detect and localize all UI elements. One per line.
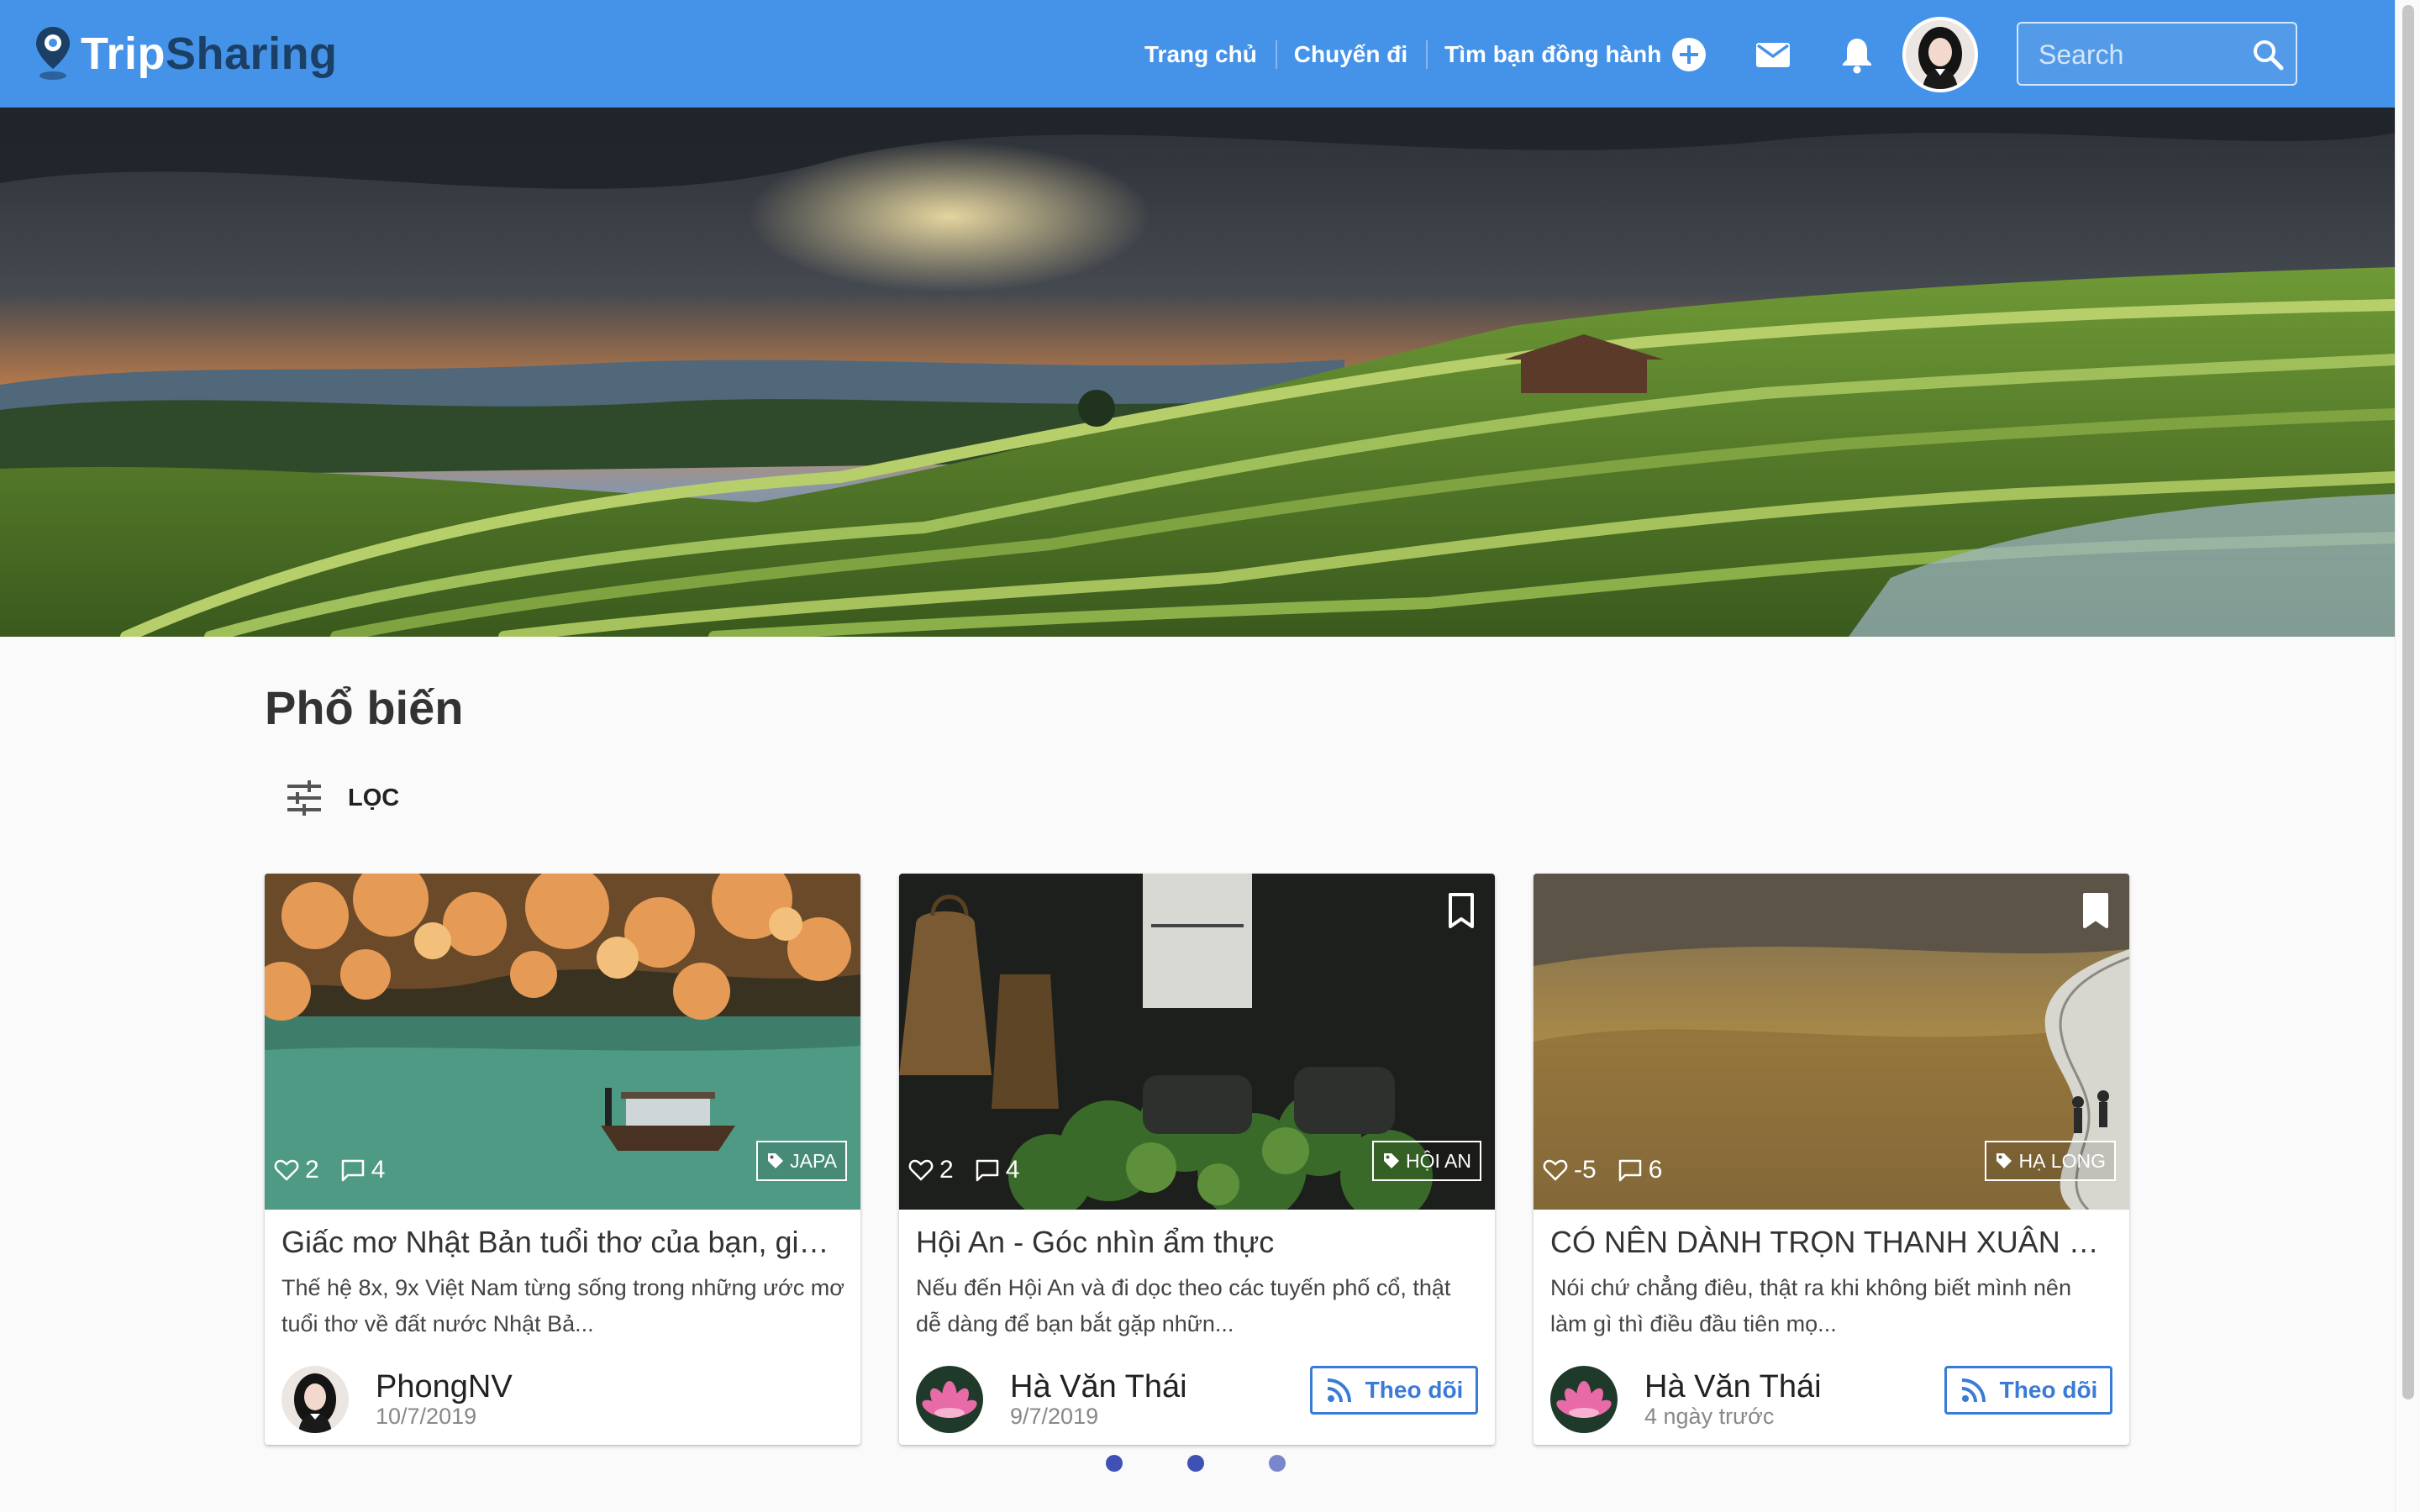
post-image[interactable]: 2 4 HỘI AN bbox=[899, 874, 1495, 1210]
follow-button[interactable]: Theo dõi bbox=[1944, 1366, 2112, 1415]
carousel-dot-3[interactable] bbox=[1269, 1455, 1286, 1472]
post-stats: -5 6 bbox=[1542, 1149, 1682, 1191]
filter-label: LỌC bbox=[348, 784, 400, 811]
rss-icon bbox=[1327, 1378, 1351, 1403]
comments[interactable]: 4 bbox=[339, 1156, 386, 1184]
location-tag[interactable]: JAPA bbox=[756, 1141, 847, 1181]
post-excerpt: Nói chứ chẳng điêu, thật ra khi không bi… bbox=[1550, 1275, 2071, 1336]
user-avatar[interactable] bbox=[1902, 17, 1978, 92]
likes[interactable]: -5 bbox=[1542, 1156, 1597, 1184]
comments-count: 4 bbox=[371, 1156, 386, 1184]
main-nav: Trang chủ Chuyến đi Tìm bạn đồng hành bbox=[1126, 32, 1680, 77]
tag-icon bbox=[768, 1153, 784, 1168]
heart-icon bbox=[908, 1159, 934, 1181]
author[interactable]: Hà Văn Thái 4 ngày trước bbox=[1550, 1366, 1822, 1433]
author-avatar-image bbox=[281, 1366, 349, 1433]
rice-terrace-image bbox=[0, 108, 2395, 637]
top-app-bar: TripSharing Trang chủ Chuyến đi Tìm bạn … bbox=[0, 0, 2395, 108]
carousel-dot-1[interactable] bbox=[1106, 1455, 1123, 1472]
post-date: 9/7/2019 bbox=[1010, 1404, 1099, 1429]
post-image[interactable]: 2 4 JAPA bbox=[265, 874, 860, 1210]
location-tag[interactable]: HỘI AN bbox=[1372, 1141, 1481, 1181]
post-card[interactable]: 2 4 JAPA Giấc mơ Nhật Bản tuổi thơ của b… bbox=[265, 874, 860, 1445]
lotus-avatar-image bbox=[916, 1366, 983, 1433]
author[interactable]: PhongNV 10/7/2019 bbox=[281, 1366, 513, 1433]
author-info: Hà Văn Thái 4 ngày trước bbox=[1644, 1370, 1822, 1429]
comment-icon bbox=[341, 1159, 364, 1182]
heart-icon bbox=[1543, 1159, 1568, 1181]
tag-label: HẠ LONG bbox=[2018, 1149, 2106, 1172]
user-avatar-image bbox=[1906, 20, 1975, 89]
rss-icon bbox=[1961, 1378, 1986, 1403]
logo-sharing: Sharing bbox=[166, 29, 338, 79]
heart-icon bbox=[274, 1159, 299, 1181]
author-name[interactable]: PhongNV bbox=[376, 1370, 513, 1404]
follow-button[interactable]: Theo dõi bbox=[1310, 1366, 1478, 1415]
comments[interactable]: 6 bbox=[1617, 1156, 1663, 1184]
post-title[interactable]: CÓ NÊN DÀNH TRỌN THANH XUÂN ĐỂ ... bbox=[1550, 1225, 2113, 1260]
likes-count: 2 bbox=[939, 1156, 954, 1184]
nav-trips[interactable]: Chuyến đi bbox=[1275, 32, 1426, 77]
post-card[interactable]: 2 4 HỘI AN Hội An - Góc nhìn ẩm thực Nếu… bbox=[899, 874, 1495, 1445]
post-excerpt: Nếu đến Hội An và đi dọc theo các tuyến … bbox=[916, 1275, 1451, 1336]
nav-home[interactable]: Trang chủ bbox=[1126, 32, 1276, 77]
search-input[interactable] bbox=[2018, 24, 2259, 86]
follow-label: Theo dõi bbox=[1999, 1377, 2098, 1403]
post-title[interactable]: Giấc mơ Nhật Bản tuổi thơ của bạn, giờ .… bbox=[281, 1225, 844, 1260]
post-excerpt: Thế hệ 8x, 9x Việt Nam từng sống trong n… bbox=[281, 1275, 844, 1336]
comment-icon bbox=[1618, 1159, 1641, 1182]
post-date: 10/7/2019 bbox=[376, 1404, 477, 1429]
scrollbar-thumb[interactable] bbox=[2402, 5, 2414, 1399]
vertical-scrollbar[interactable] bbox=[2395, 0, 2420, 1512]
carousel-dots bbox=[1106, 1455, 1350, 1472]
post-stats: 2 4 bbox=[908, 1149, 1039, 1191]
logo-text: TripSharing bbox=[81, 28, 338, 80]
author-info: PhongNV 10/7/2019 bbox=[376, 1370, 513, 1429]
post-stats: 2 4 bbox=[273, 1149, 405, 1191]
author-name[interactable]: Hà Văn Thái bbox=[1010, 1370, 1187, 1404]
filter-button[interactable]: LỌC bbox=[286, 774, 399, 822]
tag-icon bbox=[1384, 1153, 1400, 1168]
likes-count: 2 bbox=[305, 1156, 319, 1184]
post-date: 4 ngày trước bbox=[1644, 1404, 1775, 1429]
mail-icon[interactable] bbox=[1752, 34, 1794, 76]
post-title[interactable]: Hội An - Góc nhìn ẩm thực bbox=[916, 1225, 1479, 1260]
author-info: Hà Văn Thái 9/7/2019 bbox=[1010, 1370, 1187, 1429]
follow-label: Theo dõi bbox=[1365, 1377, 1464, 1403]
search-icon[interactable] bbox=[2250, 37, 2286, 72]
bookmark-icon[interactable] bbox=[1444, 892, 1478, 929]
location-tag[interactable]: HẠ LONG bbox=[1985, 1141, 2116, 1181]
author-avatar[interactable] bbox=[1550, 1366, 1618, 1433]
tag-icon bbox=[1996, 1153, 2012, 1168]
author-avatar[interactable] bbox=[281, 1366, 349, 1433]
bell-icon[interactable] bbox=[1836, 34, 1878, 76]
likes[interactable]: 2 bbox=[908, 1156, 954, 1184]
author-avatar[interactable] bbox=[916, 1366, 983, 1433]
carousel-dot-2[interactable] bbox=[1187, 1455, 1204, 1472]
tune-icon bbox=[287, 780, 321, 816]
comment-icon bbox=[976, 1159, 998, 1182]
post-card[interactable]: -5 6 HẠ LONG CÓ NÊN DÀNH TRỌN THANH XUÂN… bbox=[1534, 874, 2129, 1445]
search-box bbox=[2017, 22, 2297, 86]
nav-find-companion[interactable]: Tìm bạn đồng hành bbox=[1426, 32, 1680, 77]
likes-count: -5 bbox=[1574, 1156, 1597, 1184]
add-circle-icon[interactable] bbox=[1668, 34, 1710, 76]
author[interactable]: Hà Văn Thái 9/7/2019 bbox=[916, 1366, 1187, 1433]
map-pin-icon bbox=[36, 27, 70, 80]
tag-label: HỘI AN bbox=[1406, 1149, 1471, 1172]
post-image[interactable]: -5 6 HẠ LONG bbox=[1534, 874, 2129, 1210]
comments-count: 6 bbox=[1648, 1156, 1663, 1184]
logo[interactable]: TripSharing bbox=[34, 20, 338, 87]
lotus-avatar-image bbox=[1550, 1366, 1618, 1433]
bookmark-icon[interactable] bbox=[2079, 892, 2112, 929]
author-name[interactable]: Hà Văn Thái bbox=[1644, 1370, 1822, 1404]
comments-count: 4 bbox=[1005, 1156, 1020, 1184]
logo-trip: Trip bbox=[81, 29, 166, 79]
likes[interactable]: 2 bbox=[273, 1156, 319, 1184]
hero-banner bbox=[0, 108, 2395, 637]
comments[interactable]: 4 bbox=[974, 1156, 1020, 1184]
tag-label: JAPA bbox=[790, 1149, 837, 1172]
section-title: Phổ biến bbox=[265, 681, 464, 734]
